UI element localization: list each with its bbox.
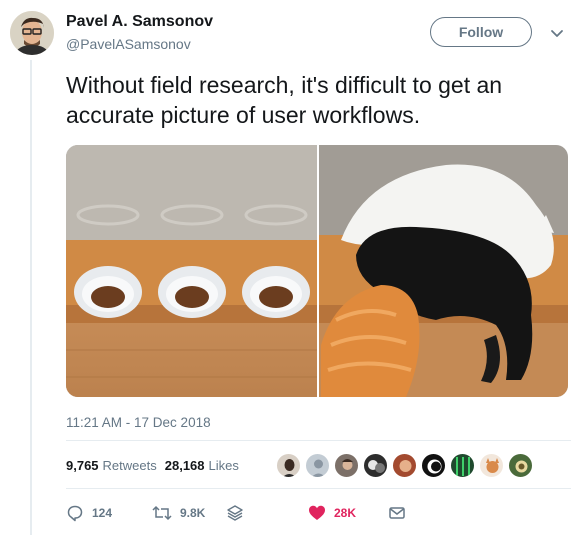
tweet-media[interactable]: [66, 145, 568, 397]
follow-button[interactable]: Follow: [430, 17, 532, 47]
likes-stat[interactable]: 28,168 Likes: [165, 458, 239, 473]
user-avatar[interactable]: [10, 11, 54, 55]
liker-avatars: [276, 453, 537, 478]
retweets-label: Retweets: [102, 458, 157, 473]
photo-cats[interactable]: [319, 145, 568, 397]
liker-avatar[interactable]: [392, 453, 417, 478]
liker-avatar[interactable]: [450, 453, 475, 478]
divider: [66, 440, 571, 441]
divider: [66, 488, 571, 489]
liker-avatar[interactable]: [508, 453, 533, 478]
tweet-actions: 124 9.8K 28K: [66, 504, 486, 524]
reply-icon: [67, 505, 83, 522]
tweet-stats: 9,765 Retweets 28,168 Likes: [66, 458, 247, 473]
likes-count: 28,168: [164, 458, 205, 473]
heart-icon: [309, 505, 325, 520]
liker-avatar[interactable]: [276, 453, 301, 478]
retweet-count: 9.8K: [180, 506, 206, 520]
liker-avatar[interactable]: [421, 453, 446, 478]
retweets-stat[interactable]: 9,765 Retweets: [66, 458, 157, 473]
user-handle[interactable]: @PavelASamsonov: [66, 36, 191, 52]
likes-label: Likes: [208, 458, 239, 473]
liker-avatar[interactable]: [334, 453, 359, 478]
liker-avatar[interactable]: [479, 453, 504, 478]
chevron-down-icon[interactable]: [548, 24, 566, 42]
thread-line: [30, 60, 32, 535]
reply-count: 124: [92, 506, 113, 520]
liker-avatar[interactable]: [305, 453, 330, 478]
like-count: 28K: [334, 506, 357, 520]
tweet-timestamp[interactable]: 11:21 AM - 17 Dec 2018: [66, 415, 211, 430]
direct-message-button[interactable]: [388, 504, 414, 522]
like-button[interactable]: 28K: [308, 504, 356, 522]
retweet-icon: [152, 505, 172, 521]
liker-avatar[interactable]: [363, 453, 388, 478]
retweet-button[interactable]: 9.8K: [152, 504, 205, 522]
reply-button[interactable]: 124: [66, 504, 112, 522]
retweets-count: 9,765: [66, 458, 99, 473]
stack-button[interactable]: [226, 504, 252, 522]
stack-icon: [227, 505, 243, 521]
photo-bowls[interactable]: [66, 145, 317, 397]
user-name[interactable]: Pavel A. Samsonov: [66, 13, 213, 31]
message-icon: [389, 507, 405, 519]
tweet-text: Without field research, it's difficult t…: [66, 72, 503, 128]
